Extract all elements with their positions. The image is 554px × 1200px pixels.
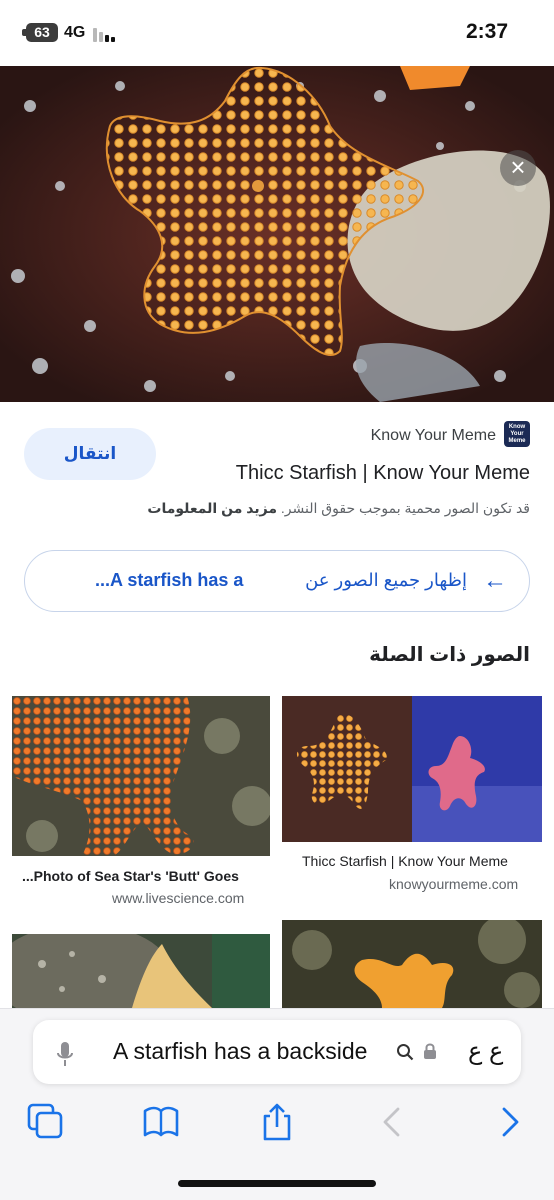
related-image-caption[interactable]: Thicc Starfish | Know Your Meme [302, 853, 508, 869]
close-icon[interactable]: × [500, 150, 536, 186]
source-name[interactable]: Know Your Meme [371, 427, 496, 445]
copyright-text: قد تكون الصور محمية بموجب حقوق النشر. [280, 500, 530, 516]
status-bar: 63 4G 2:37 [0, 0, 554, 66]
related-image-domain: knowyourmeme.com [389, 876, 519, 892]
network-type: 4G [64, 24, 86, 41]
show-all-images-button[interactable]: ← إظهار جميع الصور عن ...A starfish has … [24, 550, 530, 612]
reader-mode-button[interactable]: ع ع [468, 1037, 503, 1066]
more-info-link[interactable]: مزيد من المعلومات [147, 500, 277, 516]
forward-icon[interactable] [490, 1102, 530, 1142]
hero-image[interactable]: × [0, 66, 554, 402]
signal-bars-icon [93, 26, 119, 42]
related-image-tile[interactable] [12, 696, 270, 856]
arrow-left-icon: ← [483, 567, 507, 594]
related-image-caption[interactable]: ...Photo of Sea Star's 'Butt' Goes [22, 868, 239, 884]
orange-starfish-photo [282, 920, 542, 1008]
related-image-tile[interactable] [282, 920, 542, 1008]
search-icon [397, 1044, 414, 1061]
status-time: 2:37 [465, 20, 508, 43]
share-icon[interactable] [257, 1102, 297, 1142]
battery-indicator: 63 [26, 23, 58, 42]
copyright-notice: قد تكون الصور محمية بموجب حقوق النشر. مز… [147, 500, 530, 517]
sea-star-butt-photo [12, 696, 270, 856]
starfish-on-rock-photo [12, 934, 270, 1008]
related-image-domain: www.livescience.com [112, 890, 245, 906]
tabs-icon[interactable] [26, 1102, 66, 1142]
lock-icon [424, 1043, 436, 1059]
address-text[interactable]: A starfish has a backside [113, 1038, 367, 1065]
related-images-heading: الصور ذات الصلة [369, 644, 530, 666]
related-image-tile[interactable] [282, 696, 542, 842]
bookmarks-icon[interactable] [141, 1102, 181, 1142]
related-image-tile[interactable] [12, 934, 270, 1008]
starfish-photo [0, 66, 554, 402]
thicc-starfish-patrick-photo [282, 696, 542, 842]
show-all-query: ...A starfish has a [95, 570, 244, 590]
mic-icon[interactable] [56, 1041, 74, 1067]
visit-button[interactable]: انتقال [24, 428, 156, 480]
result-title[interactable]: Thicc Starfish | Know Your Meme [236, 462, 530, 485]
show-all-label: إظهار جميع الصور عن [305, 570, 467, 590]
source-logo: Know Your Meme [504, 421, 530, 447]
back-icon[interactable] [372, 1102, 412, 1142]
home-indicator [178, 1180, 376, 1187]
